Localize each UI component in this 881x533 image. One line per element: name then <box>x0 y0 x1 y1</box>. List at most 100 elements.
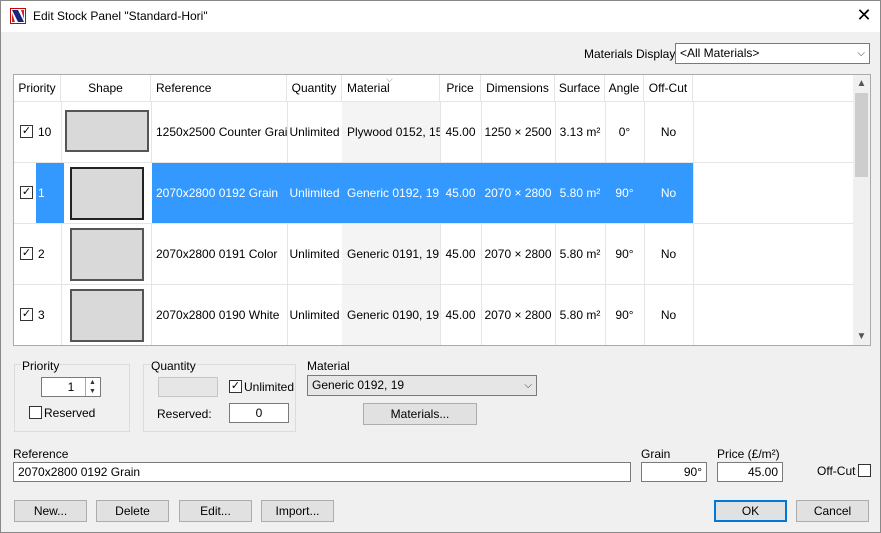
row-checkbox[interactable]: ✓ <box>20 186 33 199</box>
cell-quantity: Unlimited <box>289 308 340 322</box>
column-header-shape[interactable]: Shape <box>61 75 151 101</box>
cell-angle: 90° <box>615 308 634 322</box>
table-scrollbar[interactable]: ▲ ▼ <box>853 75 870 345</box>
quantity-reserved-label: Reserved: <box>157 407 212 421</box>
quantity-group-title: Quantity <box>150 359 197 373</box>
column-header-price[interactable]: Price <box>440 75 481 101</box>
import-button[interactable]: Import... <box>261 500 334 522</box>
cell-priority: 10 <box>38 125 52 139</box>
row-checkbox[interactable]: ✓ <box>20 247 33 260</box>
priority-group-title: Priority <box>21 359 61 373</box>
delete-button[interactable]: Delete <box>96 500 169 522</box>
quantity-input <box>158 377 218 397</box>
materials-display-select[interactable]: <All Materials> ⌵ <box>675 43 870 64</box>
stepper-up-icon[interactable]: ▲ <box>86 378 99 387</box>
grain-input[interactable]: 90° <box>641 462 707 482</box>
cell-dimensions: 2070 × 2800 <box>484 308 552 322</box>
column-header-reference[interactable]: Reference <box>151 75 287 101</box>
offcut-checkbox[interactable] <box>858 464 871 477</box>
window-title: Edit Stock Panel "Standard-Hori" <box>33 9 208 23</box>
stepper-down-icon[interactable]: ▼ <box>86 387 99 396</box>
materials-display-value: <All Materials> <box>680 46 760 60</box>
grain-value: 90° <box>683 465 702 479</box>
cell-surface: 5.80 m² <box>559 247 601 261</box>
column-header-priority[interactable]: Priority <box>14 75 61 101</box>
app-logo-icon <box>10 8 26 24</box>
cancel-button[interactable]: Cancel <box>796 500 869 522</box>
cell-angle: 0° <box>618 125 631 139</box>
chevron-down-icon: ⌵ <box>524 380 532 391</box>
priority-group <box>14 364 130 432</box>
material-value: Generic 0192, 19 <box>312 378 405 392</box>
cell-quantity: Unlimited <box>289 125 340 139</box>
cell-surface: 5.80 m² <box>559 186 601 200</box>
column-header-offcut[interactable]: Off-Cut <box>644 75 693 101</box>
edit-stock-panel-dialog: Edit Stock Panel "Standard-Hori" ✕ Mater… <box>0 0 881 533</box>
cell-reference: 2070x2800 0192 Grain <box>156 186 279 200</box>
panel-shape-preview <box>70 228 144 281</box>
cell-price: 45.00 <box>445 247 476 261</box>
cell-dimensions: 1250 × 2500 <box>484 125 552 139</box>
column-header-dimensions[interactable]: Dimensions <box>481 75 555 101</box>
cell-price: 45.00 <box>445 186 476 200</box>
priority-stepper[interactable]: ▲ ▼ <box>85 378 99 396</box>
cell-surface: 5.80 m² <box>559 308 601 322</box>
cell-reference: 2070x2800 0191 Color <box>156 247 278 261</box>
panel-shape-preview <box>70 289 144 342</box>
sort-caret-icon: ⌵ <box>386 74 393 84</box>
column-header-angle[interactable]: Angle <box>605 75 644 101</box>
table-row[interactable]: ✓ 3 2070x2800 0190 White Unlimited Gener… <box>14 284 854 345</box>
reference-input[interactable]: 2070x2800 0192 Grain <box>13 462 631 482</box>
cell-reference: 1250x2500 Counter Grain <box>156 125 287 139</box>
panel-shape-preview <box>70 167 144 220</box>
column-header-quantity[interactable]: Quantity <box>287 75 342 101</box>
grain-label: Grain <box>641 447 671 461</box>
scroll-down-icon[interactable]: ▼ <box>853 328 870 345</box>
material-label: Material <box>307 359 350 373</box>
stock-panels-table: Priority Shape Reference Quantity Materi… <box>13 74 871 346</box>
quantity-reserved-value: 0 <box>255 406 263 420</box>
offcut-label: Off-Cut <box>817 464 856 478</box>
column-header-surface[interactable]: Surface <box>555 75 605 101</box>
materials-display-label: Materials Display <box>584 47 676 61</box>
reserved-label: Reserved <box>44 406 96 420</box>
cell-price: 45.00 <box>445 125 476 139</box>
price-input[interactable]: 45.00 <box>717 462 783 482</box>
unlimited-checkbox[interactable]: ✓ <box>229 380 242 393</box>
cell-dimensions: 2070 × 2800 <box>484 247 552 261</box>
cell-dimensions: 2070 × 2800 <box>484 186 552 200</box>
reserved-checkbox[interactable] <box>29 406 42 419</box>
unlimited-label: Unlimited <box>244 380 295 394</box>
material-select[interactable]: Generic 0192, 19 ⌵ <box>307 375 537 396</box>
cell-price: 45.00 <box>445 308 476 322</box>
cell-material: Generic 0191, 19 <box>347 247 440 261</box>
chevron-down-icon: ⌵ <box>857 48 865 59</box>
table-row-selected[interactable]: ✓ 1 2070x2800 0192 Grain Unlimited Gener… <box>14 162 854 224</box>
priority-value: 1 <box>67 380 75 394</box>
materials-button[interactable]: Materials... <box>363 403 477 425</box>
cell-offcut: No <box>660 125 677 139</box>
cell-priority: 3 <box>38 308 45 322</box>
price-value: 45.00 <box>747 465 778 479</box>
table-row[interactable]: ✓ 10 1250x2500 Counter Grain Unlimited P… <box>14 101 854 163</box>
scroll-up-icon[interactable]: ▲ <box>853 75 870 92</box>
column-header-material[interactable]: Material ⌵ <box>342 75 440 101</box>
cell-offcut: No <box>660 308 677 322</box>
edit-button[interactable]: Edit... <box>179 500 252 522</box>
close-icon[interactable]: ✕ <box>848 1 880 32</box>
cell-material: Generic 0192, 19 <box>347 186 440 200</box>
scrollbar-thumb[interactable] <box>855 93 868 177</box>
ok-button[interactable]: OK <box>714 500 787 522</box>
cell-offcut: No <box>660 186 677 200</box>
cell-material: Plywood 0152, 15 <box>347 125 440 139</box>
cell-quantity: Unlimited <box>289 186 340 200</box>
row-checkbox[interactable]: ✓ <box>20 125 33 138</box>
cell-angle: 90° <box>615 247 634 261</box>
row-checkbox[interactable]: ✓ <box>20 308 33 321</box>
quantity-reserved-input[interactable]: 0 <box>229 403 289 423</box>
table-row[interactable]: ✓ 2 2070x2800 0191 Color Unlimited Gener… <box>14 223 854 285</box>
cell-material: Generic 0190, 19 <box>347 308 440 322</box>
cell-priority: 2 <box>38 247 45 261</box>
reference-value: 2070x2800 0192 Grain <box>18 465 141 479</box>
new-button[interactable]: New... <box>14 500 87 522</box>
